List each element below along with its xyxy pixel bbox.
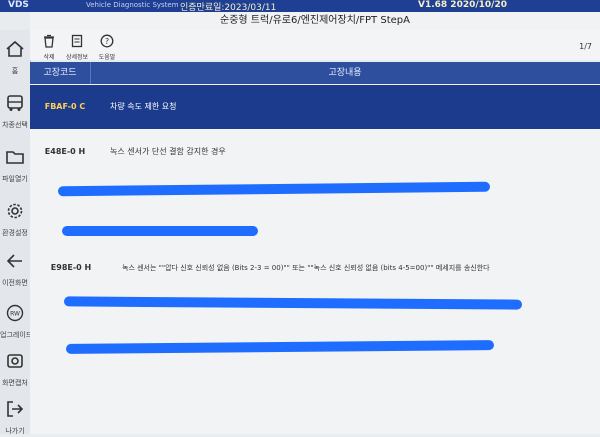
fault-code: FBAF-0 C (44, 102, 86, 111)
fault-description: 차량 속도 제한 요청 (110, 102, 177, 111)
sidebar-item-open-file[interactable]: 파일열기 (0, 148, 30, 185)
exit-icon (7, 401, 24, 417)
system-name: Vehicle Diagnostic System (86, 1, 179, 9)
help-button[interactable]: ? 도움말 (93, 33, 121, 61)
sidebar-item-label: 홈 (11, 67, 19, 75)
home-icon (6, 40, 24, 57)
svg-text:?: ? (105, 37, 109, 46)
fault-code-table: 고장코드 고장내용 FBAF-0 C 차량 속도 제한 요청 E48E-0 H … (30, 62, 600, 434)
upgrade-icon: RW (6, 304, 24, 322)
table-row[interactable]: FBAF-0 C 차량 속도 제한 요청 (30, 85, 600, 129)
breadcrumb: 순중형 트럭/유로6/엔진제어장치/FPT StepA (30, 12, 600, 31)
sidebar: 홈 차종선택 파일열기 환경설정 이전화면 RW 업그레이드 화면캡처 나가기 (0, 30, 33, 437)
upgrade-badge: RW (10, 311, 20, 318)
sidebar-item-upgrade[interactable]: RW 업그레이드 (0, 304, 33, 341)
fault-code: E48E-0 H (44, 147, 86, 156)
redaction-mark (63, 296, 523, 310)
fault-description: 녹스 센서는 ""압다 신호 신뢰성 없음 (Bits 2-3 = 00)"" … (122, 264, 490, 272)
sidebar-item-settings[interactable]: 환경설정 (0, 202, 30, 239)
table-row[interactable]: E48E-0 H 녹스 센서가 단선 결함 감지한 경우 (30, 142, 600, 162)
sidebar-item-label: 파일열기 (2, 175, 28, 183)
column-header-content: 고장내용 (328, 68, 362, 78)
back-arrow-icon (6, 254, 22, 268)
sidebar-item-label: 이전화면 (2, 279, 28, 287)
bus-icon (7, 95, 23, 111)
fault-description: 녹스 센서가 단선 결함 감지한 경우 (110, 147, 226, 156)
page-indicator: 1/7 (579, 42, 592, 51)
detail-info-button[interactable]: 상세정보 (63, 33, 91, 61)
fault-code: E98E-0 H (50, 263, 92, 272)
table-row[interactable]: E98E-0 H 녹스 센서는 ""압다 신호 신뢰성 없음 (Bits 2-3… (30, 258, 600, 278)
help-icon: ? (100, 34, 114, 48)
delete-button[interactable]: 삭제 (35, 33, 63, 61)
redaction-mark (65, 340, 495, 354)
sidebar-item-vehicle-select[interactable]: 차종선택 (0, 94, 30, 131)
app-title-bar: VDS Vehicle Diagnostic System 인증만료일:2023… (0, 0, 600, 13)
column-header-code: 고장코드 (30, 62, 91, 84)
sidebar-item-home[interactable]: 홈 (0, 40, 30, 77)
gear-icon (7, 203, 23, 219)
sidebar-item-exit[interactable]: 나가기 (0, 400, 30, 437)
detail-info-label: 상세정보 (65, 54, 89, 61)
sidebar-item-screen-capture[interactable]: 화면캡처 (0, 352, 30, 389)
table-header: 고장코드 고장내용 (30, 62, 600, 84)
camera-icon (7, 354, 23, 368)
version-label: V1.68 2020/10/20 (418, 0, 507, 10)
redaction-mark (57, 181, 491, 197)
toolbar: 삭제 상세정보 ? 도움말 1/7 (30, 30, 600, 61)
sidebar-item-label: 차종선택 (2, 121, 28, 129)
delete-label: 삭제 (43, 54, 55, 61)
sidebar-item-label: 업그레이드 (0, 331, 33, 339)
sidebar-item-back[interactable]: 이전화면 (0, 252, 30, 289)
trash-icon (44, 34, 54, 48)
sidebar-item-label: 환경설정 (2, 229, 28, 237)
document-icon (71, 34, 83, 48)
brand-logo: VDS (8, 0, 29, 10)
redaction-mark (62, 226, 258, 236)
folder-icon (6, 151, 24, 164)
sidebar-item-label: 화면캡처 (2, 379, 28, 387)
help-label: 도움말 (98, 54, 116, 61)
